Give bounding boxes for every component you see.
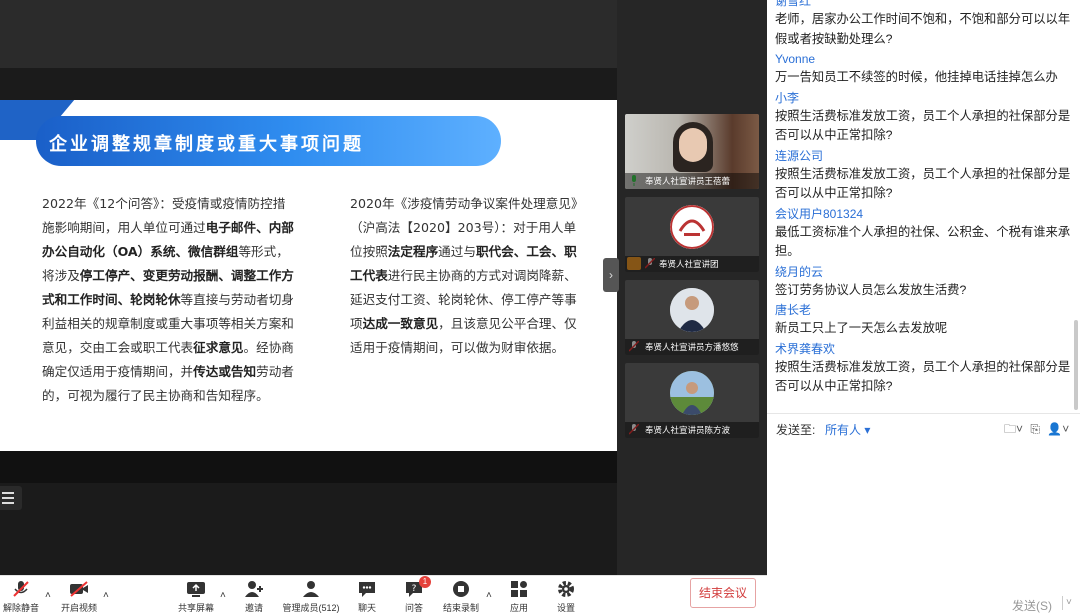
send-divider	[1062, 596, 1063, 610]
slide-text: 2022年《12个问答》	[42, 196, 160, 211]
chat-message-text: 万一告知员工不续签的时候，他挂掉电话挂掉怎么办	[775, 70, 1058, 84]
chat-divider	[767, 413, 1080, 414]
chat-message-text: 按照生活费标准发放工资，员工个人承担的社保部分是否可以从中正常扣除?	[775, 359, 1071, 394]
mic-muted-icon	[13, 581, 29, 597]
chat-sender-name[interactable]: 绕月的云	[775, 264, 1072, 281]
apps-icon	[511, 581, 527, 597]
slide-title: 企业调整规章制度或重大事项问题	[49, 134, 364, 155]
chevron-up-icon[interactable]: ˄	[220, 590, 226, 601]
apps-label: 应用	[509, 603, 528, 613]
unmute-label: 解除静音	[2, 603, 39, 613]
chat-message-list[interactable]: 谢雪红老师，居家办公工作时间不饱和，不饱和部分可以以年假或者按缺勤处理么? Yvo…	[767, 0, 1080, 410]
participant-tile[interactable]: 奉贤人社宣讲员方潘悠悠	[625, 280, 759, 355]
chat-scrollbar[interactable]	[1074, 320, 1078, 410]
participant-name: 奉贤人社宣讲员王蓓蕾	[625, 173, 759, 189]
send-options-icon[interactable]: ˅	[1066, 597, 1072, 608]
chat-tools: 🗀˅ ⎘ 👤˅	[1000, 420, 1069, 441]
svg-text:?: ?	[412, 584, 417, 594]
record-stop-icon	[453, 581, 469, 597]
chat-sender-name[interactable]: 连源公司	[775, 148, 1072, 165]
slide-emphasis-text: 传达或告知	[193, 364, 257, 379]
slide-right-column: 2020年《涉疫情劳动争议案件处理意见》（沪高法【2020】203号）：对于用人…	[350, 192, 588, 360]
slide-left-column: 2022年《12个问答》：受疫情或疫情防控措施影响期间，用人单位可通过电子邮件、…	[42, 192, 297, 408]
chat-sender-name[interactable]: 会议用户801324	[775, 206, 1072, 223]
slide-emphasis-text: 法定程序	[387, 244, 439, 259]
chat-sender-name[interactable]: 谢雪红	[775, 0, 1072, 10]
chevron-up-icon[interactable]: ˄	[486, 590, 492, 601]
chat-icon	[359, 582, 375, 597]
share-screen-icon	[187, 582, 205, 597]
members-icon	[303, 581, 319, 597]
chat-sender-name[interactable]: 小李	[775, 90, 1072, 107]
chat-message-text: 新员工只上了一天怎么去发放呢	[775, 321, 948, 335]
chat-sender-name[interactable]: 唐长老	[775, 302, 1072, 319]
chat-panel: 谢雪红老师，居家办公工作时间不饱和，不饱和部分可以以年假或者按缺勤处理么? Yvo…	[767, 0, 1080, 615]
chat-message-text: 按照生活费标准发放工资，员工个人承担的社保部分是否可以从中正常扣除?	[775, 108, 1071, 143]
slide-text: 通过与	[438, 244, 476, 259]
participant-name: 奉贤人社宣讲员陈方波	[625, 422, 759, 438]
settings-label: 设置	[556, 603, 575, 613]
chat-message-text: 签订劳务协议人员怎么发放生活费?	[775, 282, 967, 297]
send-to-select[interactable]: 所有人 ▾	[825, 421, 870, 438]
avatar	[670, 371, 714, 415]
send-button[interactable]: 发送(S)	[1012, 597, 1052, 614]
screenshot-icon[interactable]: ⎘	[1030, 422, 1040, 436]
video-off-icon	[70, 581, 88, 597]
settings-button[interactable]: 设置	[541, 580, 591, 614]
avatar	[670, 205, 714, 249]
shared-slide: 企业调整规章制度或重大事项问题 2022年《12个问答》：受疫情或疫情防控措施影…	[0, 100, 617, 451]
qa-icon: ? 1	[403, 576, 431, 598]
chat-message-text: 按照生活费标准发放工资，员工个人承担的社保部分是否可以从中正常扣除?	[775, 166, 1071, 201]
chat-message-text: 最低工资标准个人承担的社保、公积金、个税有谁来承担。	[775, 224, 1071, 259]
share-screen-label: 共享屏幕	[177, 603, 214, 613]
chat-label: 聊天	[357, 603, 376, 613]
qa-button[interactable]: ? 1 问答	[389, 576, 439, 614]
share-screen-button[interactable]: 共享屏幕	[171, 580, 221, 614]
qa-badge: 1	[419, 576, 431, 588]
participant-tile[interactable]: 奉贤人社宣讲团	[625, 197, 759, 272]
slide-emphasis-text: 达成一致意见	[362, 316, 439, 331]
apps-button[interactable]: 应用	[494, 580, 544, 614]
stage-top-band	[0, 0, 617, 68]
chat-sender-name[interactable]: 术界龚春欢	[775, 341, 1072, 358]
send-to-label: 发送至:	[776, 423, 816, 437]
invite-button[interactable]: 邀请	[229, 580, 279, 614]
gear-icon	[558, 581, 574, 597]
chat-sender-name[interactable]: Yvonne	[775, 51, 1072, 68]
invite-icon	[245, 581, 263, 597]
start-video-label: 开启视频	[60, 603, 97, 613]
layout-menu-button[interactable]	[0, 486, 22, 510]
participant-tile[interactable]: 奉贤人社宣讲员陈方波	[625, 363, 759, 438]
participant-name: 奉贤人社宣讲员方潘悠悠	[625, 339, 759, 355]
qa-label: 问答	[404, 603, 423, 613]
user-icon[interactable]: 👤˅	[1047, 422, 1069, 436]
participant-tile[interactable]: 奉贤人社宣讲员王蓓蕾	[625, 114, 759, 189]
stage-bottom-band	[0, 451, 617, 483]
invite-label: 邀请	[244, 603, 263, 613]
chevron-up-icon[interactable]: ˄	[45, 590, 51, 601]
slide-emphasis-text: 征求意见	[193, 340, 244, 355]
chat-button[interactable]: 聊天	[342, 580, 392, 614]
chevron-up-icon[interactable]: ˄	[103, 590, 109, 601]
chat-message-text: 老师，居家办公工作时间不饱和，不饱和部分可以以年假或者按缺勤处理么?	[775, 12, 1071, 46]
start-video-button[interactable]: 开启视频	[54, 580, 104, 614]
end-meeting-button[interactable]: 结束会议	[690, 578, 756, 608]
stop-recording-button[interactable]: 结束录制	[436, 580, 486, 614]
stop-recording-label: 结束录制	[442, 603, 479, 613]
file-icon[interactable]: 🗀˅	[1004, 422, 1023, 436]
avatar	[670, 288, 714, 332]
manage-members-label: 管理成员(512)	[282, 603, 340, 613]
participant-name: 奉贤人社宣讲团	[625, 256, 759, 272]
send-to-target: 所有人	[825, 423, 862, 437]
chevron-down-icon: ▾	[864, 423, 871, 437]
collapse-strip-button[interactable]: ›	[603, 258, 619, 292]
manage-members-button[interactable]: 管理成员(512)	[280, 580, 342, 614]
unmute-button[interactable]: 解除静音	[0, 580, 46, 614]
